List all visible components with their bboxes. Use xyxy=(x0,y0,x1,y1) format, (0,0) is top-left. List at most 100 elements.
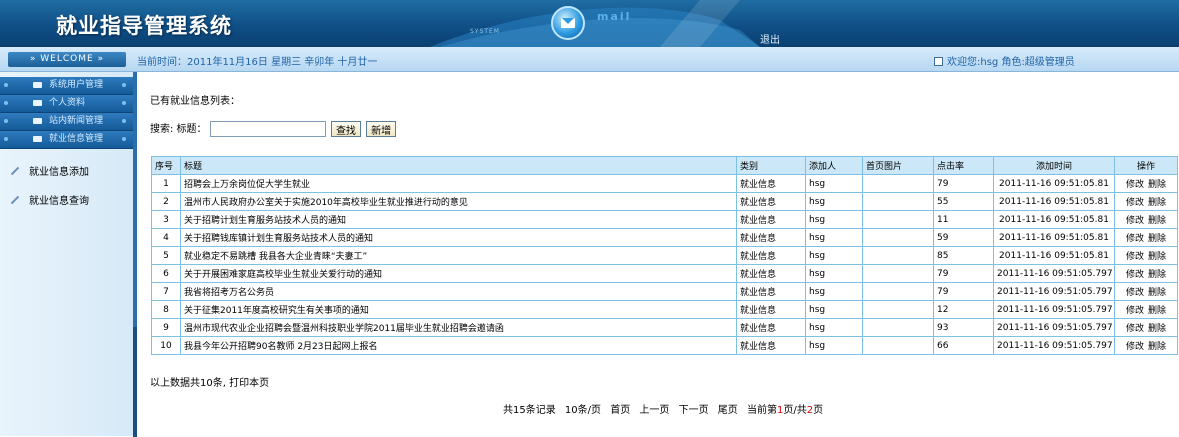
edit-link[interactable]: 修改 xyxy=(1126,180,1144,190)
col-header-actions: 操作 xyxy=(1114,156,1178,175)
sidebar-item-employment[interactable]: 就业信息管理 xyxy=(0,131,133,149)
cell-no: 1 xyxy=(151,174,181,193)
edit-link[interactable]: 修改 xyxy=(1126,216,1144,226)
cell-no: 2 xyxy=(151,192,181,211)
cell-category: 就业信息 xyxy=(736,210,806,229)
pager-prev-link[interactable]: 上一页 xyxy=(639,405,669,416)
table-row: 10 我县今年公开招聘90名教师 2月23日起网上报名 就业信息 hsg 66 2011-… xyxy=(151,336,1178,355)
pager-first-link[interactable]: 首页 xyxy=(610,405,630,416)
sidebar-item-news[interactable]: 站内新闻管理 xyxy=(0,113,133,131)
delete-link[interactable]: 删除 xyxy=(1148,216,1166,226)
mail-icon[interactable] xyxy=(551,6,585,40)
edit-link[interactable]: 修改 xyxy=(1126,198,1144,208)
list-title: 已有就业信息列表： xyxy=(150,96,240,107)
sidebar-subitem-add[interactable]: 就业信息添加 xyxy=(10,163,89,178)
status-bar: » WELCOME » 当前时间：2011年11月16日 星期三 辛卯年 十月廿… xyxy=(0,47,1179,72)
cell-author: hsg xyxy=(805,336,863,355)
cell-no: 10 xyxy=(151,336,181,355)
sidebar-subitem-label: 就业信息查询 xyxy=(29,196,89,207)
table-row: 5 就业稳定不易跳槽 我县各大企业青睐“夫妻工” 就业信息 hsg 85 2011-11-… xyxy=(151,246,1178,265)
sidebar-subitem-query[interactable]: 就业信息查询 xyxy=(10,192,89,207)
table-row: 3 关于招聘计划生育服务站技术人员的通知 就业信息 hsg 11 2011-11-16 0… xyxy=(151,210,1178,229)
app-header: 就业指导管理系统 SYSTEM mail 退出 xyxy=(0,0,1179,47)
edit-link[interactable]: 修改 xyxy=(1126,288,1144,298)
cell-title: 就业稳定不易跳槽 我县各大企业青睐“夫妻工” xyxy=(180,246,737,265)
employment-table: 序号 标题 类别 添加人 首页图片 点击率 添加时间 操作 1 招聘会上万余岗位促… xyxy=(151,156,1178,355)
envelope-icon xyxy=(33,100,42,106)
cell-time: 2011-11-16 09:51:05.797 xyxy=(993,282,1115,301)
delete-link[interactable]: 删除 xyxy=(1148,180,1166,190)
cell-actions: 修改 删除 xyxy=(1114,210,1178,229)
edit-link[interactable]: 修改 xyxy=(1126,324,1144,334)
logout-link[interactable]: 退出 xyxy=(760,31,780,46)
cell-image xyxy=(862,210,934,229)
cell-clicks: 79 xyxy=(933,264,994,283)
col-header-image: 首页图片 xyxy=(862,156,934,175)
table-row: 4 关于招聘钱库镇计划生育服务站技术人员的通知 就业信息 hsg 59 2011-11-1… xyxy=(151,228,1178,247)
cell-no: 7 xyxy=(151,282,181,301)
cell-actions: 修改 删除 xyxy=(1114,228,1178,247)
user-info-text: 欢迎您:hsg 角色:超级管理员 xyxy=(947,57,1075,68)
edit-link[interactable]: 修改 xyxy=(1126,342,1144,352)
edit-link[interactable]: 修改 xyxy=(1126,252,1144,262)
cell-actions: 修改 删除 xyxy=(1114,246,1178,265)
cell-clicks: 66 xyxy=(933,336,994,355)
cell-category: 就业信息 xyxy=(736,228,806,247)
delete-link[interactable]: 删除 xyxy=(1148,198,1166,208)
sidebar-subitem-label: 就业信息添加 xyxy=(29,167,89,178)
add-button[interactable]: 新增 xyxy=(366,121,397,137)
cell-category: 就业信息 xyxy=(736,300,806,319)
cell-actions: 修改 删除 xyxy=(1114,300,1178,319)
cell-author: hsg xyxy=(805,318,863,337)
cell-title: 关于征集2011年度高校研究生有关事项的通知 xyxy=(180,300,737,319)
delete-link[interactable]: 删除 xyxy=(1148,288,1166,298)
sidebar-item-profile[interactable]: 个人资料 xyxy=(0,95,133,113)
pagination: 共15条记录 10条/页 首页 上一页 下一页 尾页 当前第1页/共2页 xyxy=(503,401,823,416)
col-header-time: 添加时间 xyxy=(993,156,1115,175)
cell-author: hsg xyxy=(805,282,863,301)
cell-author: hsg xyxy=(805,246,863,265)
pencil-icon xyxy=(10,166,20,176)
table-row: 8 关于征集2011年度高校研究生有关事项的通知 就业信息 hsg 12 2011-11-… xyxy=(151,300,1178,319)
cell-title: 关于开展困难家庭高校毕业生就业关爱行动的通知 xyxy=(180,264,737,283)
cell-image xyxy=(862,336,934,355)
cell-author: hsg xyxy=(805,264,863,283)
delete-link[interactable]: 删除 xyxy=(1148,306,1166,316)
cell-time: 2011-11-16 09:51:05.81 xyxy=(993,192,1115,211)
table-row: 9 温州市现代农业企业招聘会暨温州科技职业学院2011届毕业生就业招聘会邀请函 就业… xyxy=(151,318,1178,337)
sidebar-resize-handle[interactable] xyxy=(133,327,137,437)
delete-link[interactable]: 删除 xyxy=(1148,342,1166,352)
welcome-tab: » WELCOME » xyxy=(8,52,126,67)
cell-clicks: 85 xyxy=(933,246,994,265)
system-tag: SYSTEM xyxy=(470,28,500,35)
cell-title: 招聘会上万余岗位促大学生就业 xyxy=(180,174,737,193)
sidebar-item-system-users[interactable]: 系统用户管理 xyxy=(0,77,133,95)
app-title: 就业指导管理系统 xyxy=(56,13,232,38)
delete-link[interactable]: 删除 xyxy=(1148,270,1166,280)
edit-link[interactable]: 修改 xyxy=(1126,306,1144,316)
cell-actions: 修改 删除 xyxy=(1114,174,1178,193)
pager-last-link[interactable]: 尾页 xyxy=(718,405,738,416)
envelope-icon xyxy=(33,118,42,124)
cell-category: 就业信息 xyxy=(736,174,806,193)
search-button[interactable]: 查找 xyxy=(330,121,361,137)
delete-link[interactable]: 删除 xyxy=(1148,252,1166,262)
sidebar: 系统用户管理 个人资料 站内新闻管理 就业信息管理 就业信息添加 就业信息查询 xyxy=(0,72,137,437)
cell-time: 2011-11-16 09:51:05.81 xyxy=(993,246,1115,265)
cell-category: 就业信息 xyxy=(736,264,806,283)
main-content: 已有就业信息列表： 搜索: 标题： 查找 新增 序号 标题 类别 添加人 首页图… xyxy=(141,72,1179,436)
pager-next-link[interactable]: 下一页 xyxy=(679,405,709,416)
delete-link[interactable]: 删除 xyxy=(1148,324,1166,334)
cell-actions: 修改 删除 xyxy=(1114,336,1178,355)
edit-link[interactable]: 修改 xyxy=(1126,234,1144,244)
current-time: 当前时间：2011年11月16日 星期三 辛卯年 十月廿一 xyxy=(137,57,378,68)
search-input[interactable] xyxy=(209,121,326,137)
delete-link[interactable]: 删除 xyxy=(1148,234,1166,244)
cell-time: 2011-11-16 09:51:05.797 xyxy=(993,318,1115,337)
edit-link[interactable]: 修改 xyxy=(1126,270,1144,280)
cell-image xyxy=(862,192,934,211)
cell-clicks: 93 xyxy=(933,318,994,337)
cell-clicks: 59 xyxy=(933,228,994,247)
cell-title: 我县今年公开招聘90名教师 2月23日起网上报名 xyxy=(180,336,737,355)
search-label: 搜索: 标题： xyxy=(150,124,207,135)
